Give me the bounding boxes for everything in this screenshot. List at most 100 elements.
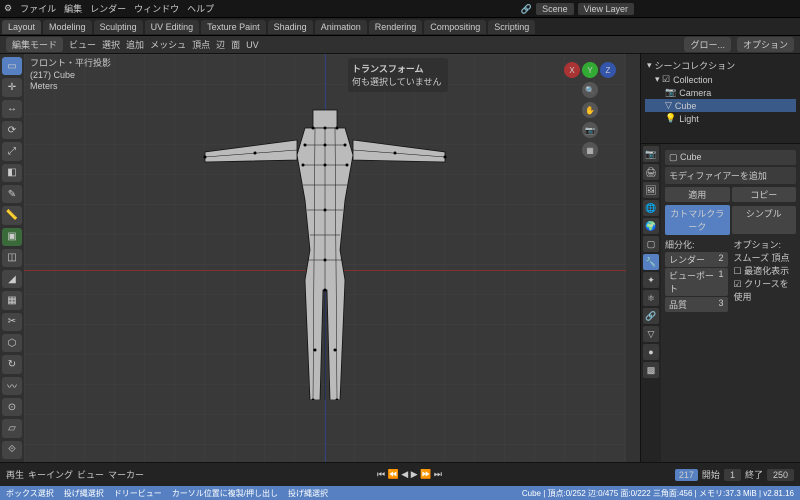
proptab-material[interactable]: ● <box>643 344 659 360</box>
menu-vertex[interactable]: 頂点 <box>192 38 210 51</box>
tool-smooth[interactable]: 〰 <box>2 377 22 395</box>
n-panel-tabs[interactable] <box>626 54 640 462</box>
tab-shading[interactable]: Shading <box>268 20 313 34</box>
proptab-mesh[interactable]: ▽ <box>643 326 659 342</box>
proptab-output[interactable]: 🖨 <box>643 164 659 180</box>
next-key-icon[interactable]: ⏩ <box>420 469 431 479</box>
tool-knife[interactable]: ✂ <box>2 313 22 331</box>
copy-button[interactable]: コピー <box>732 187 797 202</box>
axis-y-gizmo[interactable]: Y <box>582 62 598 78</box>
viewport-subdiv-field[interactable]: ビューポート1 <box>665 268 728 296</box>
tool-scale[interactable]: ⤢ <box>2 142 22 160</box>
tool-spin[interactable]: ↻ <box>2 355 22 373</box>
menu-uv[interactable]: UV <box>246 40 259 50</box>
outliner-scene-collection[interactable]: ▾ シーンコレクション <box>645 58 796 73</box>
menu-edit[interactable]: 編集 <box>64 2 82 15</box>
outliner-light[interactable]: 💡 Light <box>645 112 796 125</box>
pan-icon[interactable]: ✋ <box>582 102 598 118</box>
menu-view[interactable]: ビュー <box>69 38 96 51</box>
jump-start-icon[interactable]: ⏮ <box>377 469 385 479</box>
outliner[interactable]: ▾ シーンコレクション ▾ ☑ Collection 📷 Camera ▽ Cu… <box>641 54 800 144</box>
scene-field[interactable]: Scene <box>536 3 574 15</box>
crease-checkbox[interactable]: ☑ クリースを使用 <box>734 277 797 303</box>
menu-edge[interactable]: 辺 <box>216 38 225 51</box>
apply-button[interactable]: 適用 <box>665 187 730 202</box>
tool-rip[interactable]: ⟐ <box>2 441 22 459</box>
mode-dropdown[interactable]: 編集モード <box>6 37 63 52</box>
play-icon[interactable]: ▶ <box>411 469 418 479</box>
tab-rendering[interactable]: Rendering <box>369 20 423 34</box>
start-frame[interactable]: 1 <box>724 469 741 481</box>
menu-window[interactable]: ウィンドウ <box>134 2 179 15</box>
tool-transform[interactable]: ◧ <box>2 164 22 182</box>
subsurf-simple-button[interactable]: シンプル <box>732 206 797 234</box>
timeline-keying-menu[interactable]: キーイング <box>28 468 73 481</box>
orientation-dropdown[interactable]: グロー... <box>684 37 731 52</box>
proptab-particle[interactable]: ✦ <box>643 272 659 288</box>
axis-x-gizmo[interactable]: X <box>564 62 580 78</box>
proptab-render[interactable]: 📷 <box>643 146 659 162</box>
tab-compositing[interactable]: Compositing <box>424 20 486 34</box>
tool-bevel[interactable]: ◢ <box>2 270 22 288</box>
menu-mesh[interactable]: メッシュ <box>150 38 186 51</box>
tab-modeling[interactable]: Modeling <box>43 20 92 34</box>
tool-move[interactable]: ↔ <box>2 100 22 118</box>
current-frame[interactable]: 217 <box>675 469 698 481</box>
tool-measure[interactable]: 📏 <box>2 206 22 224</box>
timeline[interactable]: 再生 キーイング ビュー マーカー ⏮ ⏪ ◀ ▶ ⏩ ⏭ 217 開始 1 終… <box>0 462 800 486</box>
menu-face[interactable]: 面 <box>231 38 240 51</box>
tab-animation[interactable]: Animation <box>315 20 367 34</box>
proptab-modifier[interactable]: 🔧 <box>643 254 659 270</box>
timeline-play-menu[interactable]: 再生 <box>6 468 24 481</box>
proptab-physics[interactable]: ⚛ <box>643 290 659 306</box>
options-dropdown[interactable]: オプション <box>737 37 794 52</box>
add-modifier-dropdown[interactable]: モディファイアーを追加 <box>665 167 796 184</box>
tool-loopcut[interactable]: ▦ <box>2 291 22 309</box>
timeline-marker-menu[interactable]: マーカー <box>108 468 144 481</box>
proptab-texture[interactable]: ▩ <box>643 362 659 378</box>
tool-annotate[interactable]: ✎ <box>2 185 22 203</box>
perspective-icon[interactable]: ▦ <box>582 142 598 158</box>
end-frame[interactable]: 250 <box>767 469 794 481</box>
tool-extrude[interactable]: ▣ <box>2 228 22 246</box>
tab-uv[interactable]: UV Editing <box>145 20 200 34</box>
tool-shrink[interactable]: ⊙ <box>2 398 22 416</box>
menu-file[interactable]: ファイル <box>20 2 56 15</box>
tab-layout[interactable]: Layout <box>2 20 41 34</box>
proptab-scene[interactable]: 🌐 <box>643 200 659 216</box>
viewlayer-field[interactable]: View Layer <box>578 3 634 15</box>
menu-select[interactable]: 選択 <box>102 38 120 51</box>
jump-end-icon[interactable]: ⏭ <box>434 469 442 479</box>
timeline-view-menu[interactable]: ビュー <box>77 468 104 481</box>
tool-inset[interactable]: ◫ <box>2 249 22 267</box>
camera-icon[interactable]: 📷 <box>582 122 598 138</box>
outliner-camera[interactable]: 📷 Camera <box>645 86 796 99</box>
tab-texture[interactable]: Texture Paint <box>201 20 266 34</box>
render-subdiv-field[interactable]: レンダー2 <box>665 252 728 267</box>
axis-z-gizmo[interactable]: Z <box>600 62 616 78</box>
menu-help[interactable]: ヘルプ <box>187 2 214 15</box>
tool-rotate[interactable]: ⟳ <box>2 121 22 139</box>
tab-scripting[interactable]: Scripting <box>488 20 535 34</box>
subsurf-catmull-button[interactable]: カトマルクラーク <box>665 205 730 235</box>
play-reverse-icon[interactable]: ◀ <box>401 469 408 479</box>
proptab-world[interactable]: 🌍 <box>643 218 659 234</box>
tab-sculpting[interactable]: Sculpting <box>94 20 143 34</box>
outliner-collection[interactable]: ▾ ☑ Collection <box>645 73 796 86</box>
proptab-view[interactable]: 🖼 <box>643 182 659 198</box>
outliner-cube[interactable]: ▽ Cube <box>645 99 796 112</box>
proptab-constraint[interactable]: 🔗 <box>643 308 659 324</box>
optimal-checkbox[interactable]: ☐ 最適化表示 <box>734 264 797 277</box>
menu-render[interactable]: レンダー <box>90 2 126 15</box>
tool-cursor[interactable]: ✛ <box>2 78 22 96</box>
tool-shear[interactable]: ▱ <box>2 419 22 437</box>
viewport-3d[interactable]: フロント・平行投影 (217) Cube Meters <box>24 54 626 462</box>
prev-key-icon[interactable]: ⏪ <box>388 469 399 479</box>
tool-select-box[interactable]: ▭ <box>2 57 22 75</box>
mesh-model[interactable] <box>195 100 455 400</box>
quality-field[interactable]: 品質3 <box>665 297 728 312</box>
tool-poly[interactable]: ⬡ <box>2 334 22 352</box>
menu-add[interactable]: 追加 <box>126 38 144 51</box>
blender-icon[interactable]: ⚙ <box>4 3 12 14</box>
zoom-icon[interactable]: 🔍 <box>582 82 598 98</box>
